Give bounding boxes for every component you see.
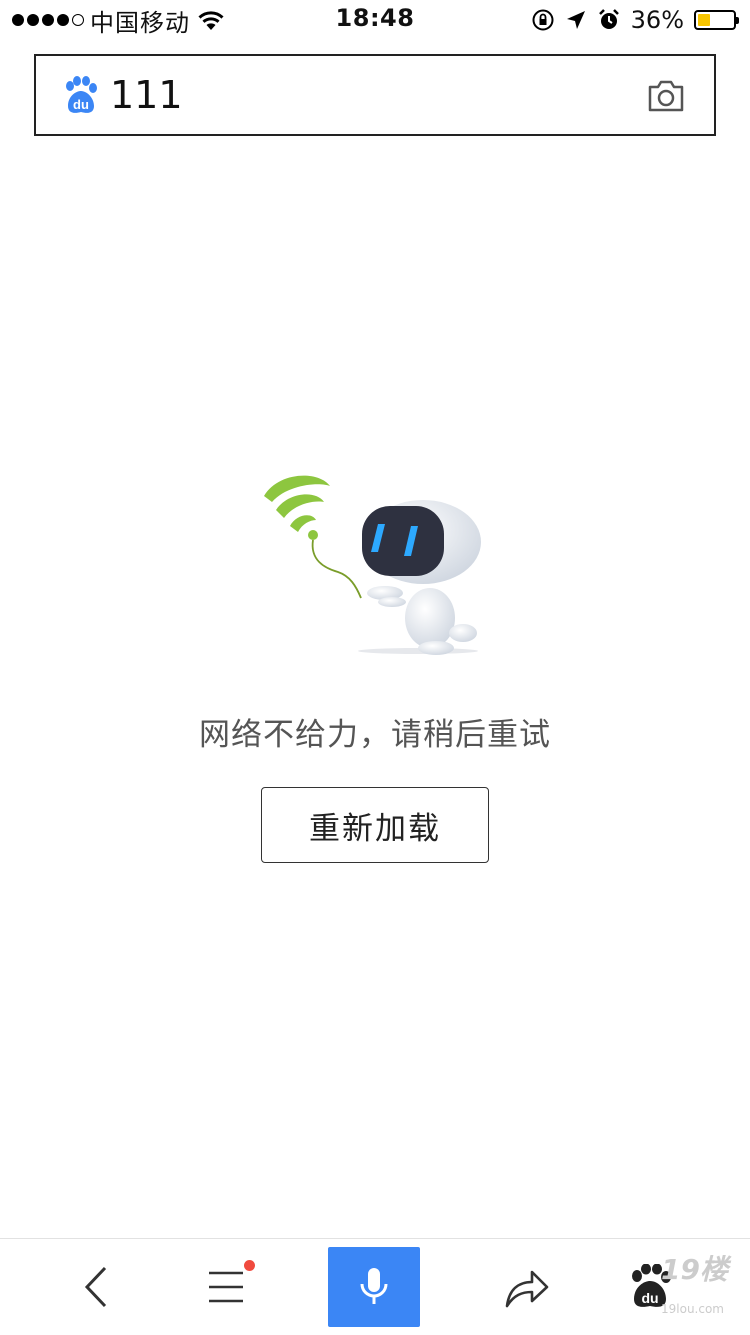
battery-percent: 36% bbox=[630, 6, 684, 34]
voice-search-button[interactable] bbox=[328, 1247, 420, 1327]
bottom-toolbar: du bbox=[0, 1238, 750, 1335]
menu-icon bbox=[209, 1271, 243, 1303]
location-icon bbox=[566, 11, 585, 29]
share-button[interactable] bbox=[492, 1239, 562, 1335]
baidu-logo-icon: du bbox=[66, 76, 97, 113]
back-icon bbox=[84, 1266, 107, 1308]
microphone-icon bbox=[360, 1268, 388, 1304]
status-bar: 中国移动 18:48 36% bbox=[0, 0, 750, 40]
search-bar[interactable]: du 111 bbox=[34, 54, 716, 136]
watermark-url: 19lou.com bbox=[661, 1302, 724, 1316]
battery-icon bbox=[694, 10, 739, 30]
battery-level bbox=[698, 14, 711, 26]
rotation-lock-icon bbox=[532, 9, 554, 31]
search-query[interactable]: 111 bbox=[110, 73, 183, 117]
back-button[interactable] bbox=[64, 1239, 128, 1335]
status-right: 36% bbox=[531, 4, 739, 36]
offline-robot-illustration bbox=[264, 475, 481, 655]
camera-icon[interactable] bbox=[646, 78, 686, 114]
reload-button[interactable]: 重新加载 bbox=[261, 787, 489, 863]
menu-notification-badge bbox=[244, 1260, 255, 1271]
menu-button[interactable] bbox=[190, 1239, 262, 1335]
share-icon bbox=[505, 1270, 549, 1308]
wifi-balloon-icon bbox=[264, 475, 362, 599]
alarm-icon bbox=[598, 9, 619, 29]
watermark-logo: 19楼 bbox=[661, 1253, 728, 1286]
baidu-logo-text: du bbox=[73, 97, 89, 112]
home-logo-text: du bbox=[641, 1290, 658, 1306]
network-error-message: 网络不给力，请稍后重试 bbox=[199, 717, 551, 753]
